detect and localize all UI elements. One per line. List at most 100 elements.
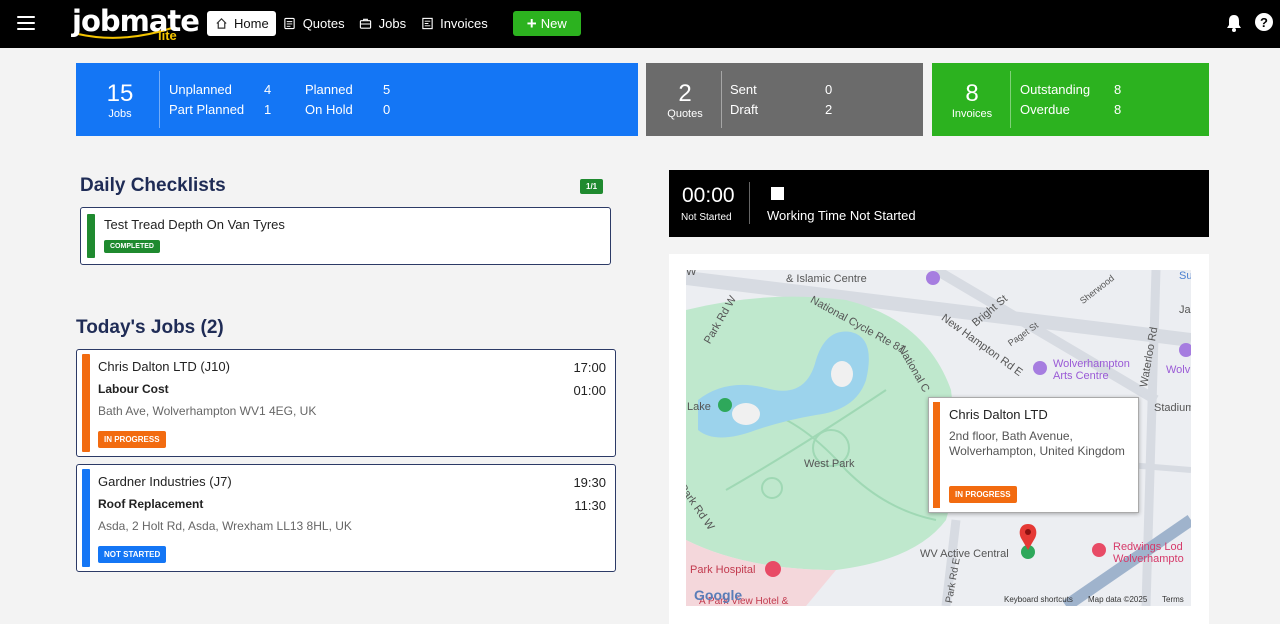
help-icon[interactable]: ?	[1255, 13, 1273, 31]
plus-icon: +	[526, 14, 537, 33]
map-label-wvactive: WV Active Central	[920, 548, 1009, 560]
map-label-artscentre: Arts Centre	[1053, 370, 1109, 382]
main-nav: Home Quotes Jobs Invoices + New	[207, 11, 581, 36]
job-card[interactable]: Chris Dalton LTD (J10) 17:00 Labour Cost…	[76, 349, 616, 457]
nav-jobs-label: Jobs	[378, 16, 407, 31]
job-customer: Gardner Industries (J7)	[98, 474, 232, 489]
working-time-timer: 00:00 Not Started Working Time Not Start…	[669, 170, 1209, 237]
timer-message: Working Time Not Started	[767, 208, 916, 223]
google-logo: Google	[694, 587, 743, 603]
job-duration: 11:30	[574, 498, 606, 513]
quotes-summary-card[interactable]: 2 Quotes Sent 0 Draft 2	[646, 63, 923, 136]
status-bar	[82, 354, 90, 452]
on-hold-label: On Hold	[305, 102, 353, 117]
checklist-item-name: Test Tread Depth On Van Tyres	[104, 217, 285, 232]
job-start-time: 17:00	[573, 360, 606, 375]
nav-home-label: Home	[234, 16, 269, 31]
map-label-wolvarts: Wolverhampton	[1053, 358, 1130, 370]
map-label-redwings: Redwings Lod	[1113, 541, 1183, 553]
logo-text: jobmate	[72, 4, 200, 38]
job-customer: Chris Dalton LTD (J10)	[98, 359, 230, 374]
planned-value: 5	[383, 82, 391, 97]
map-data-credit: Map data ©2025	[1088, 595, 1148, 604]
overdue-value: 8	[1114, 102, 1122, 117]
map-label-wolv: Wolv	[1166, 364, 1191, 376]
outstanding-value: 8	[1114, 82, 1122, 97]
completed-badge: COMPLETED	[104, 240, 160, 253]
map-label-w: W	[686, 270, 697, 278]
planned-label: Planned	[305, 82, 353, 97]
new-button[interactable]: + New	[512, 11, 581, 36]
menu-icon[interactable]	[17, 16, 35, 32]
jobs-count: 15	[106, 79, 134, 107]
todays-jobs-title: Today's Jobs (2)	[76, 317, 224, 338]
checklist-item[interactable]: Test Tread Depth On Van Tyres COMPLETED	[80, 207, 611, 265]
not-started-badge: NOT STARTED	[98, 546, 167, 563]
invoices-icon	[420, 17, 434, 31]
job-address: Bath Ave, Wolverhampton WV1 4EG, UK	[98, 404, 317, 418]
part-planned-label: Part Planned	[169, 102, 245, 117]
home-icon	[214, 17, 228, 31]
jobmate-logo[interactable]: jobmate lite	[72, 4, 200, 43]
stop-square-icon[interactable]	[771, 187, 784, 200]
nav-quotes[interactable]: Quotes	[276, 11, 352, 36]
job-task: Labour Cost	[98, 382, 169, 396]
divider	[721, 71, 722, 128]
quotes-count: 2	[678, 79, 692, 107]
outstanding-label: Outstanding	[1020, 82, 1091, 97]
status-bar	[87, 214, 95, 258]
draft-label: Draft	[730, 102, 759, 117]
invoices-count: 8	[965, 79, 979, 107]
top-navbar: jobmate lite Home Quotes Jobs Invoices +…	[0, 0, 1280, 48]
nav-quotes-label: Quotes	[302, 16, 345, 31]
timer-status: Not Started	[681, 212, 732, 223]
map-label-islamic: & Islamic Centre	[786, 273, 867, 285]
nav-invoices[interactable]: Invoices	[413, 11, 495, 36]
job-card[interactable]: Gardner Industries (J7) 19:30 Roof Repla…	[76, 464, 616, 572]
quotes-count-block: 2 Quotes	[655, 63, 715, 136]
invoices-count-label: Invoices	[951, 107, 993, 120]
nav-invoices-label: Invoices	[440, 16, 488, 31]
nav-jobs[interactable]: Jobs	[352, 11, 413, 36]
unplanned-label: Unplanned	[169, 82, 232, 97]
map-info-popup[interactable]: Chris Dalton LTD 2nd floor, Bath Avenue,…	[928, 397, 1139, 513]
unplanned-value: 4	[264, 82, 272, 97]
map-label-parkhospital: Park Hospital	[690, 564, 756, 576]
status-bar	[82, 469, 90, 567]
in-progress-badge: IN PROGRESS	[98, 431, 166, 448]
part-planned-value: 1	[264, 102, 272, 117]
divider	[1010, 71, 1011, 128]
job-address: Asda, 2 Holt Rd, Asda, Wrexham LL13 8HL,…	[98, 519, 352, 533]
job-start-time: 19:30	[573, 475, 606, 490]
quotes-icon	[283, 17, 297, 31]
nav-home[interactable]: Home	[207, 11, 276, 36]
map-label-su: Su	[1179, 270, 1191, 282]
job-duration: 01:00	[573, 383, 606, 398]
logo-sub: lite	[158, 28, 177, 43]
in-progress-badge: IN PROGRESS	[949, 486, 1017, 503]
map-label-stadium: Stadium Cl	[1154, 402, 1191, 414]
map-label-ja: Ja	[1179, 304, 1191, 316]
checklists-title: Daily Checklists	[80, 175, 226, 196]
map-label-lake: Lake	[687, 401, 711, 413]
job-task: Roof Replacement	[98, 497, 204, 511]
map-terms-link[interactable]: Terms	[1162, 595, 1184, 604]
invoices-summary-card[interactable]: 8 Invoices Outstanding 8 Overdue 8	[932, 63, 1209, 136]
sent-label: Sent	[730, 82, 757, 97]
divider	[749, 182, 750, 224]
status-bar	[933, 402, 940, 508]
invoices-count-block: 8 Invoices	[942, 63, 1002, 136]
overdue-label: Overdue	[1020, 102, 1070, 117]
divider	[159, 71, 160, 128]
logo-main: jobmate	[72, 4, 200, 38]
quotes-count-label: Quotes	[667, 107, 703, 120]
jobs-count-block: 15 Jobs	[90, 63, 150, 136]
popup-address: 2nd floor, Bath Avenue, Wolverhampton, U…	[949, 429, 1125, 458]
jobs-summary-card[interactable]: 15 Jobs Unplanned 4 Part Planned 1 Plann…	[76, 63, 638, 136]
on-hold-value: 0	[383, 102, 391, 117]
notifications-bell-icon[interactable]	[1225, 13, 1243, 33]
checklist-progress-badge: 1/1	[580, 179, 604, 194]
draft-value: 2	[825, 102, 833, 117]
map-shortcuts-link[interactable]: Keyboard shortcuts	[1004, 595, 1073, 604]
jobs-icon	[359, 17, 373, 31]
